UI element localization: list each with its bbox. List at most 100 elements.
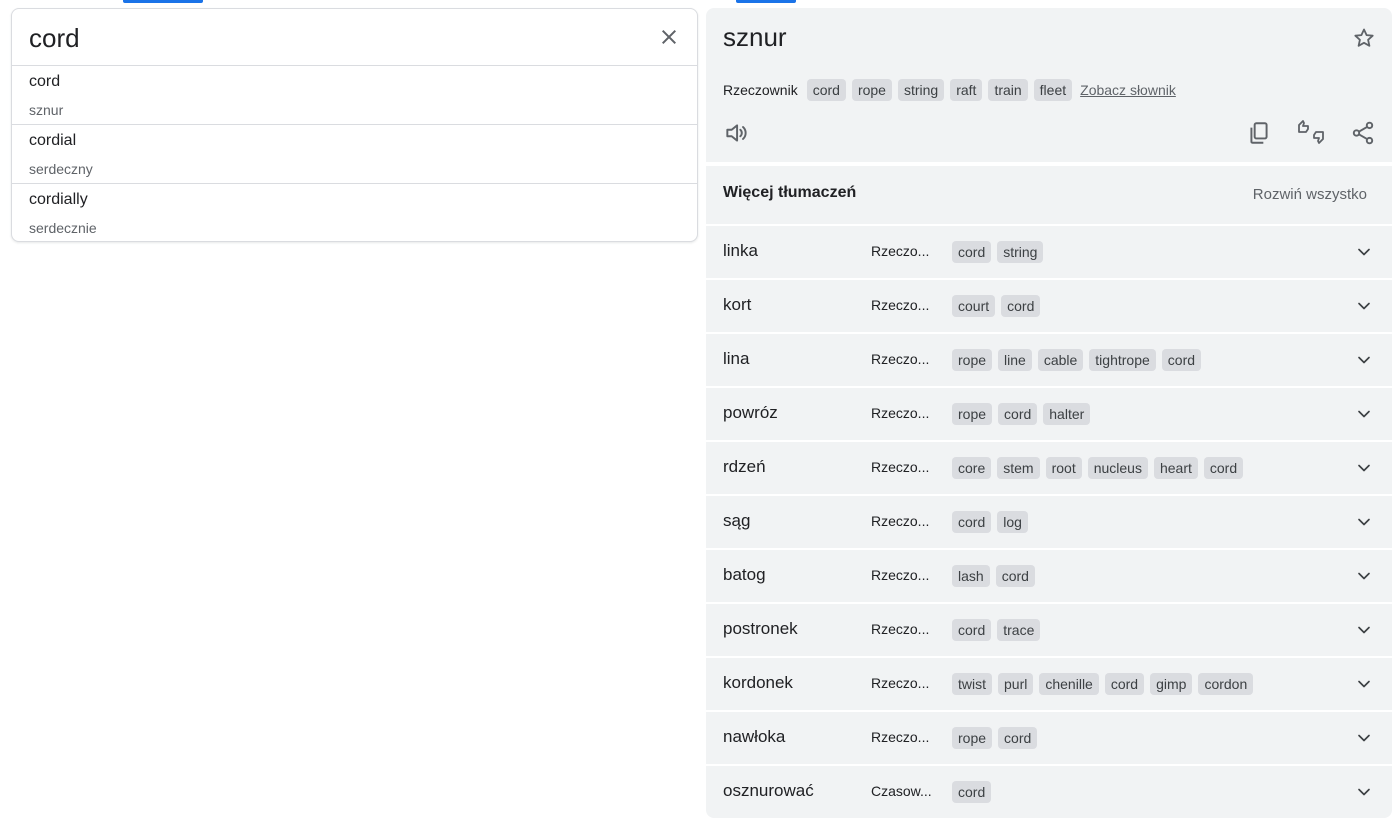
chevron-down-icon[interactable] [1354, 512, 1374, 532]
translation-chip[interactable]: purl [998, 673, 1034, 695]
translation-chip-list: cord string [952, 241, 1044, 263]
translation-pos: Rzeczo... [871, 243, 930, 259]
translation-word: nawłoka [723, 727, 786, 746]
translation-chip[interactable]: cord [952, 241, 992, 263]
translation-chip-list: core stem root nucleus heart cord [952, 457, 1244, 479]
share-icon[interactable] [1350, 120, 1376, 146]
translation-word: linka [723, 241, 758, 260]
translation-chip[interactable]: cord [952, 511, 992, 533]
translation-row[interactable]: osznurować Czasow... cord [706, 766, 1392, 818]
chevron-down-icon[interactable] [1354, 674, 1374, 694]
suggestion-translation: serdecznie [29, 220, 97, 236]
translation-chip[interactable]: cordon [1198, 673, 1254, 695]
translation-chip[interactable]: cord [998, 403, 1038, 425]
translation-row[interactable]: kort Rzeczo... court cord [706, 280, 1392, 332]
translation-chip[interactable]: rope [952, 727, 993, 749]
chevron-down-icon[interactable] [1354, 620, 1374, 640]
translation-chip[interactable]: string [997, 241, 1044, 263]
translation-chip[interactable]: cord [1001, 295, 1041, 317]
translation-result: sznur [723, 22, 787, 52]
dictionary-chip[interactable]: fleet [1033, 79, 1073, 101]
chevron-down-icon[interactable] [1354, 782, 1374, 802]
translation-pos: Czasow... [871, 783, 932, 799]
translation-chip[interactable]: core [952, 457, 992, 479]
chevron-down-icon[interactable] [1354, 404, 1374, 424]
translation-pos: Rzeczo... [871, 513, 930, 529]
translation-chip[interactable]: root [1045, 457, 1082, 479]
translation-chip-list: rope line cable tightrope cord [952, 349, 1202, 371]
suggestion-item[interactable]: cord sznur [12, 66, 697, 125]
suggestion-list: cord sznur cordial serdeczny cordially serdec… [12, 66, 697, 241]
translation-chip[interactable]: cord [1104, 673, 1145, 695]
translation-chip[interactable]: cable [1037, 349, 1084, 371]
translation-chip-list: rope cord [952, 727, 1038, 749]
speaker-icon[interactable] [723, 120, 749, 146]
dictionary-chip[interactable]: train [988, 79, 1028, 101]
translation-chip[interactable]: halter [1043, 403, 1091, 425]
chevron-down-icon[interactable] [1354, 728, 1374, 748]
chevron-down-icon[interactable] [1354, 566, 1374, 586]
more-translations-panel: Więcej tłumaczeń Rozwiń wszystko linka Rz… [706, 166, 1392, 818]
translation-chip[interactable]: cord [995, 565, 1035, 587]
translation-chip[interactable]: cord [1203, 457, 1244, 479]
translation-chip[interactable]: gimp [1150, 673, 1193, 695]
translation-word: postronek [723, 619, 798, 638]
translation-pos: Rzeczo... [871, 729, 930, 745]
translation-chip[interactable]: lash [952, 565, 990, 587]
translation-row[interactable]: postronek Rzeczo... cord trace [706, 604, 1392, 656]
thumbs-feedback-icon[interactable] [1297, 120, 1324, 146]
translation-chip[interactable]: cord [952, 619, 992, 641]
translation-row[interactable]: kordonek Rzeczo... twist purl chenille cord gi… [706, 658, 1392, 710]
translation-pos: Rzeczo... [871, 351, 930, 367]
suggestion-item[interactable]: cordially serdecznie [12, 184, 697, 241]
translation-chip[interactable]: line [998, 349, 1032, 371]
translation-row[interactable]: lina Rzeczo... rope line cable tightrope cord [706, 334, 1392, 386]
translation-word: sąg [723, 511, 751, 530]
translation-chip[interactable]: log [997, 511, 1028, 533]
chevron-down-icon[interactable] [1354, 296, 1374, 316]
translation-chip[interactable]: cord [998, 727, 1038, 749]
translation-chip[interactable]: tightrope [1089, 349, 1156, 371]
translation-chip[interactable]: chenille [1039, 673, 1099, 695]
translation-chip-list: rope cord halter [952, 403, 1091, 425]
dictionary-chip[interactable]: rope [851, 79, 892, 101]
translation-word: osznurować [723, 781, 814, 800]
translation-chip[interactable]: cord [1161, 349, 1202, 371]
translation-chip[interactable]: stem [997, 457, 1040, 479]
search-input[interactable] [29, 21, 629, 55]
translation-chip[interactable]: twist [952, 673, 992, 695]
suggestion-term: cordially [29, 191, 88, 208]
dictionary-row: Rzeczownik cord rope string raft train fleet … [723, 79, 1176, 101]
translation-pos: Rzeczo... [871, 621, 930, 637]
source-tab-indicator [123, 0, 203, 3]
translation-chip[interactable]: court [952, 295, 996, 317]
translation-chip[interactable]: nucleus [1087, 457, 1148, 479]
search-row [12, 9, 697, 66]
translation-chip[interactable]: cord [952, 781, 992, 803]
close-icon[interactable] [657, 25, 681, 49]
translation-chip[interactable]: rope [952, 403, 993, 425]
copy-icon[interactable] [1246, 120, 1272, 146]
translation-row[interactable]: powróz Rzeczo... rope cord halter [706, 388, 1392, 440]
dictionary-chip[interactable]: raft [950, 79, 983, 101]
result-panel: sznur Rzeczownik cord rope string raft train… [706, 8, 1392, 162]
translation-row[interactable]: batog Rzeczo... lash cord [706, 550, 1392, 602]
translation-chip[interactable]: rope [952, 349, 993, 371]
translation-row[interactable]: nawłoka Rzeczo... rope cord [706, 712, 1392, 764]
dictionary-chip[interactable]: string [897, 79, 945, 101]
translation-row[interactable]: sąg Rzeczo... cord log [706, 496, 1392, 548]
chevron-down-icon[interactable] [1354, 458, 1374, 478]
chevron-down-icon[interactable] [1354, 350, 1374, 370]
translation-row[interactable]: rdzeń Rzeczo... core stem root nucleus heart co… [706, 442, 1392, 494]
translation-chip[interactable]: trace [997, 619, 1041, 641]
translation-chip[interactable]: heart [1153, 457, 1198, 479]
expand-all-button[interactable]: Rozwiń wszystko [1253, 186, 1367, 203]
translation-row[interactable]: linka Rzeczo... cord string [706, 226, 1392, 278]
dictionary-chip[interactable]: cord [806, 79, 846, 101]
more-translations-title: Więcej tłumaczeń [723, 184, 857, 201]
chevron-down-icon[interactable] [1354, 242, 1374, 262]
suggestion-item[interactable]: cordial serdeczny [12, 125, 697, 184]
star-icon[interactable] [1352, 26, 1376, 50]
translation-chip-list: cord [952, 781, 992, 803]
see-dictionary-link[interactable]: Zobacz słownik [1080, 82, 1176, 98]
